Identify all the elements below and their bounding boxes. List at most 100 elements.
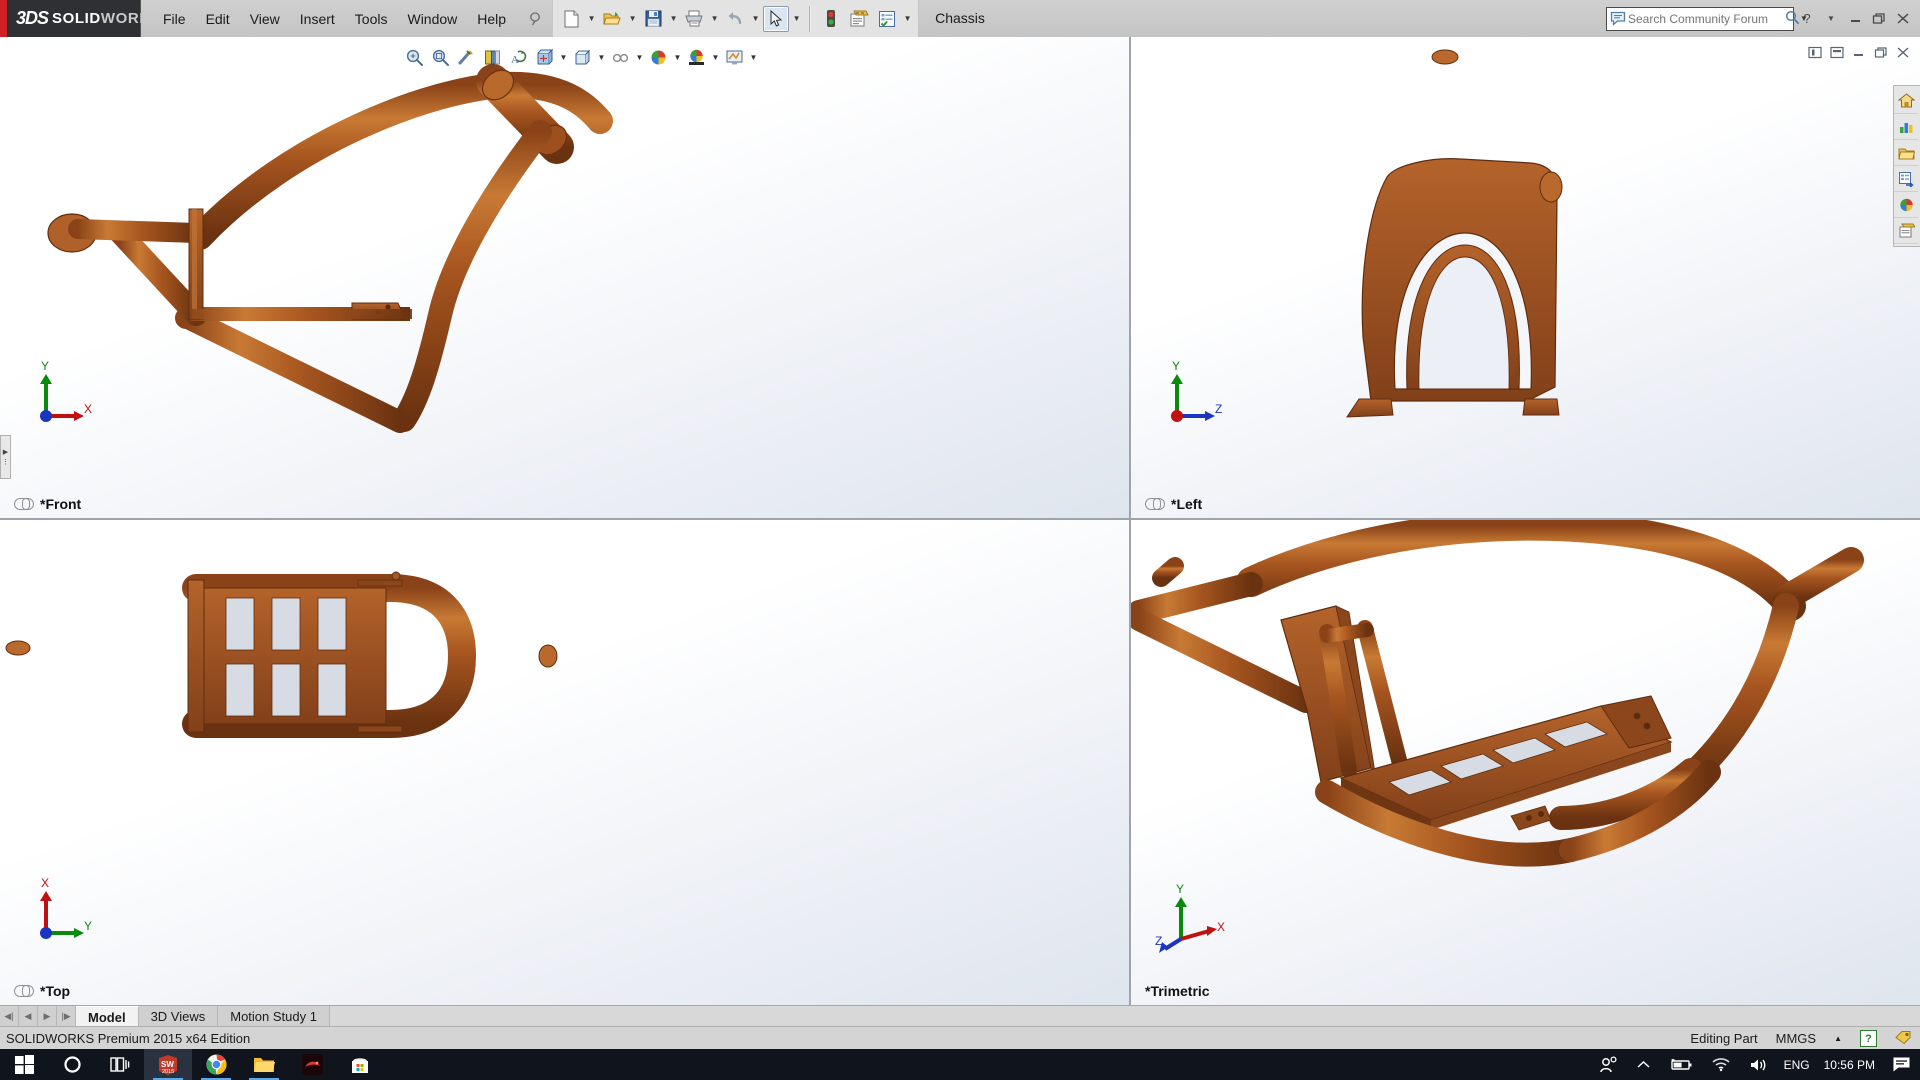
section-view-icon[interactable] [480,45,505,70]
options-chevron-down-icon[interactable]: ▼ [901,7,914,31]
previous-tab-icon[interactable]: ◀ [19,1006,38,1027]
display-style-chevron-down-icon[interactable]: ▼ [558,47,569,69]
display-style-icon[interactable] [532,45,557,70]
view-settings-icon[interactable] [722,45,747,70]
hide-show-items-icon[interactable] [570,45,595,70]
solidworks-taskbar-icon[interactable]: SW 2015 [144,1049,192,1080]
view-simulation-icon[interactable] [608,45,633,70]
graphics-workspace: A ▼ ▼ ▼ ▼ ▼ ▼ Y X *Front Y Z *Left X Y *… [0,37,1920,1005]
feature-manager-expand-handle[interactable]: ▶ ⋮ [0,435,11,479]
view-simulation-chevron-down-icon[interactable]: ▼ [634,47,645,69]
status-units-text[interactable]: MMGS [1776,1031,1816,1046]
save-chevron-down-icon[interactable]: ▼ [667,7,680,31]
new-document-chevron-down-icon[interactable]: ▼ [585,7,598,31]
view-settings-chevron-down-icon[interactable]: ▼ [748,47,759,69]
design-library-icon[interactable] [1894,114,1918,140]
open-document-icon[interactable] [599,6,625,32]
axis-triad-left: Y Z [1155,360,1229,430]
close-icon[interactable] [1892,8,1914,30]
language-indicator[interactable]: ENG [1778,1058,1816,1072]
volume-icon[interactable] [1740,1049,1778,1080]
minimize-view-icon[interactable] [1850,43,1868,61]
split-horizontal-icon[interactable] [1828,43,1846,61]
tab-3d-views[interactable]: 3D Views [138,1006,219,1027]
viewport-left[interactable]: Y Z *Left [1131,37,1920,518]
apply-scene-icon[interactable] [684,45,709,70]
hide-show-chevron-down-icon[interactable]: ▼ [596,47,607,69]
apply-scene-chevron-down-icon[interactable]: ▼ [710,47,721,69]
wifi-icon[interactable] [1702,1049,1740,1080]
svg-text:Y: Y [41,360,49,373]
first-tab-icon[interactable]: ◀| [0,1006,19,1027]
undo-chevron-down-icon[interactable]: ▼ [749,7,762,31]
menu-edit[interactable]: Edit [196,7,240,31]
microsoft-store-icon[interactable] [336,1049,384,1080]
front-view-model [47,64,613,433]
search-community-forum-box[interactable]: ▼ [1606,6,1808,31]
open-document-chevron-down-icon[interactable]: ▼ [626,7,639,31]
menu-insert[interactable]: Insert [290,7,345,31]
show-hidden-icons-icon[interactable] [1627,1049,1660,1080]
next-tab-icon[interactable]: ▶ [38,1006,57,1027]
undo-icon[interactable] [722,6,748,32]
title-bar: 3DS SOLIDWORKS File Edit View Insert Too… [0,0,1920,38]
menu-view[interactable]: View [240,7,290,31]
new-document-icon[interactable] [558,6,584,32]
front-label-text: *Front [40,496,82,512]
viewport-horizontal-divider[interactable] [0,518,1920,520]
menu-tools[interactable]: Tools [345,7,398,31]
previous-view-icon[interactable] [454,45,479,70]
rebuild-traffic-light-icon[interactable] [818,6,844,32]
print-chevron-down-icon[interactable]: ▼ [708,7,721,31]
start-button-icon[interactable] [0,1049,48,1080]
task-view-icon[interactable] [96,1049,144,1080]
file-properties-icon[interactable] [846,6,872,32]
cortana-search-icon[interactable] [48,1049,96,1080]
file-explorer-icon[interactable] [1894,140,1918,166]
viewport-vertical-divider[interactable] [1129,37,1131,1005]
select-chevron-down-icon[interactable]: ▼ [790,7,803,31]
restore-view-icon[interactable] [1872,43,1890,61]
red-app-taskbar-icon[interactable] [288,1049,336,1080]
linked-views-icon [14,984,34,997]
viewport-trimetric[interactable]: Y X Z *Trimetric [1131,520,1920,1005]
svg-text:2015: 2015 [162,1069,174,1075]
split-vertical-icon[interactable] [1806,43,1824,61]
close-view-icon[interactable] [1894,43,1912,61]
select-cursor-icon[interactable] [763,5,790,32]
tab-model[interactable]: Model [76,1006,139,1027]
last-tab-icon[interactable]: |▶ [57,1006,76,1027]
print-icon[interactable] [681,6,707,32]
help-button[interactable]: ? [1796,8,1818,30]
edit-appearance-icon[interactable] [646,45,671,70]
appearances-scenes-icon[interactable] [1894,192,1918,218]
file-explorer-taskbar-icon[interactable] [240,1049,288,1080]
zoom-to-area-icon[interactable] [428,45,453,70]
view-palette-icon[interactable] [1894,166,1918,192]
help-chevron-down-icon[interactable]: ▼ [1820,8,1842,30]
viewport-top[interactable]: X Y *Top [0,520,1129,1005]
tag-icon[interactable] [1895,1030,1912,1048]
battery-icon[interactable] [1660,1049,1702,1080]
save-icon[interactable] [640,6,666,32]
people-icon[interactable] [1590,1049,1627,1080]
restore-icon[interactable] [1868,8,1890,30]
custom-properties-icon[interactable] [1894,218,1918,244]
menu-window[interactable]: Window [397,7,467,31]
zoom-to-fit-icon[interactable] [402,45,427,70]
action-center-icon[interactable] [1883,1049,1920,1080]
viewport-front[interactable]: A ▼ ▼ ▼ ▼ ▼ ▼ Y X *Front [0,37,1129,518]
search-input[interactable] [1626,10,1785,27]
solidworks-resources-icon[interactable] [1894,88,1918,114]
chrome-taskbar-icon[interactable] [192,1049,240,1080]
options-icon[interactable] [874,6,900,32]
minimize-icon[interactable] [1844,8,1866,30]
tab-motion-study-1[interactable]: Motion Study 1 [218,1006,330,1027]
menu-help[interactable]: Help [467,7,516,31]
status-units-chevron-up-icon[interactable]: ▲ [1834,1034,1842,1043]
view-orientation-icon[interactable]: A [506,45,531,70]
pushpin-icon[interactable] [524,8,546,30]
taskbar-clock[interactable]: 10:56 PM [1816,1058,1883,1072]
status-help-badge[interactable]: ? [1860,1030,1877,1047]
edit-appearance-chevron-down-icon[interactable]: ▼ [672,47,683,69]
